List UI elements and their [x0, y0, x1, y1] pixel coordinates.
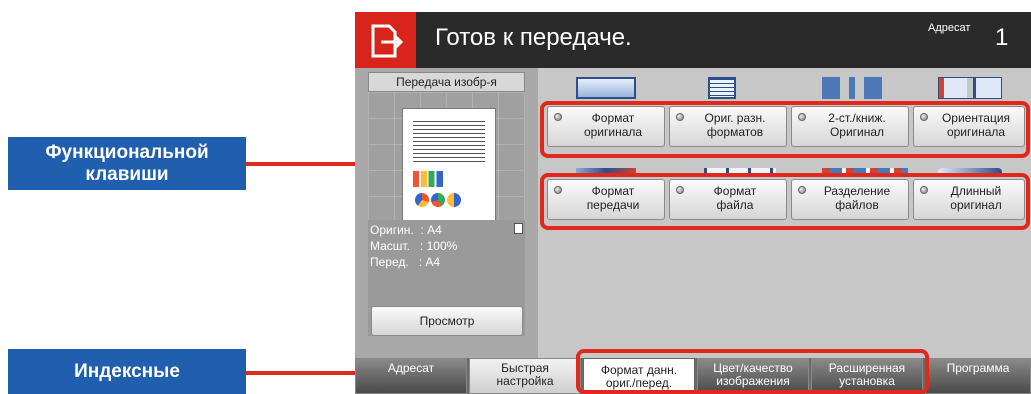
thumbnail-bar-chart — [413, 171, 443, 187]
preview-panel: Передача изобр-я Оригин. : A4 Масшт. : 1… — [355, 68, 538, 358]
original-size: Оригин. : A4 — [370, 223, 442, 237]
destination-count: 1 — [995, 24, 1009, 51]
thumbnail-pie-1 — [415, 193, 429, 207]
function-icons-row-1 — [576, 75, 1002, 100]
thumbnail-text-block — [413, 121, 485, 163]
index-tabs-callout: Индексные — [8, 349, 246, 394]
send-size: Перед. : A4 — [370, 255, 441, 269]
document-icon — [708, 77, 736, 99]
function-keys-callout: Функциональной клавиши — [8, 137, 246, 190]
function-keys-highlight-top — [540, 101, 1030, 158]
status-bar: Готов к передаче. Адресат 1 — [355, 12, 1031, 68]
duplex-icon — [822, 77, 882, 99]
destination-label: Адресат — [928, 22, 971, 34]
tab-destination[interactable]: Адресат — [355, 358, 467, 394]
orientation-icon — [938, 77, 1002, 99]
index-tabs-highlight — [576, 349, 929, 394]
tab-program[interactable]: Программа — [925, 358, 1031, 394]
function-keys-highlight-bottom — [540, 173, 1030, 230]
preview-info-box: Оригин. : A4 Масшт. : 100% Перед. : A4 П… — [368, 220, 525, 336]
send-document-icon — [371, 24, 404, 58]
scanner-icon — [576, 77, 636, 99]
page-icon — [514, 223, 523, 234]
preview-button[interactable]: Просмотр — [371, 306, 523, 336]
send-mode-icon-box — [355, 12, 416, 68]
tab-quick-setup[interactable]: Быстрая настройка — [469, 358, 581, 394]
preview-title: Передача изобр-я — [368, 72, 525, 92]
scale-value: Масшт. : 100% — [370, 239, 458, 253]
status-title: Готов к передаче. — [435, 24, 632, 51]
document-thumbnail — [402, 108, 496, 222]
thumbnail-pie-2 — [431, 193, 445, 207]
thumbnail-pie-3 — [447, 193, 461, 207]
